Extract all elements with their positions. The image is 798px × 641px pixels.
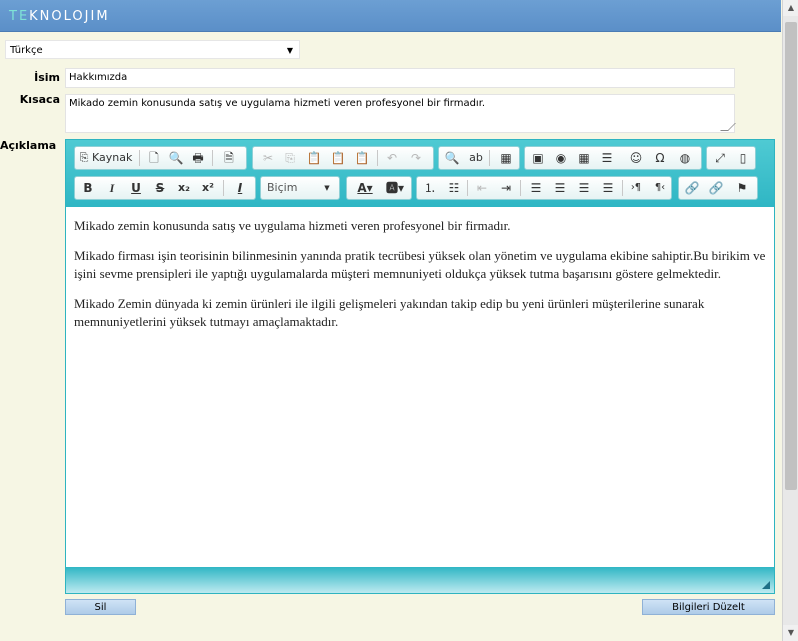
align-right-icon[interactable]: ☰ xyxy=(573,177,595,199)
show-blocks-icon[interactable]: ▯ xyxy=(732,147,754,169)
templates-icon[interactable]: 🗎 xyxy=(218,147,240,169)
anchor-icon[interactable]: ⚑ xyxy=(731,177,753,199)
content-paragraph: Mikado Zemin dünyada ki zemin ürünleri i… xyxy=(74,296,705,329)
format-dropdown-label: Biçim xyxy=(267,181,298,194)
justify-icon[interactable]: ☰ xyxy=(597,177,619,199)
link-icon[interactable]: 🔗 xyxy=(681,177,703,199)
page-scrollbar[interactable]: ▲ ▼ xyxy=(782,0,798,641)
preview-icon[interactable]: 🔍 xyxy=(165,147,187,169)
toolbar-group-basic-styles: B I U S x₂ x² I xyxy=(74,176,256,200)
language-select[interactable]: Türkçe ▼ xyxy=(5,40,300,59)
name-label: İsim xyxy=(34,71,60,84)
language-select-value: Türkçe xyxy=(10,45,43,56)
align-center-icon[interactable]: ☰ xyxy=(549,177,571,199)
summary-label: Kısaca xyxy=(19,93,60,106)
superscript-icon[interactable]: x² xyxy=(197,177,219,199)
bullet-list-icon[interactable]: ☷ xyxy=(443,177,465,199)
table-icon[interactable]: ▦ xyxy=(573,147,595,169)
cut-icon[interactable]: ✂ xyxy=(257,147,279,169)
paste-word-icon[interactable]: 📋 xyxy=(351,147,373,169)
maximize-icon[interactable]: ⤢ xyxy=(709,147,731,169)
subscript-icon[interactable]: x₂ xyxy=(173,177,195,199)
text-color-icon[interactable]: A▾ xyxy=(351,177,379,199)
indent-icon[interactable]: ⇥ xyxy=(495,177,517,199)
toolbar-group-clipboard: ✂ ⎘ 📋 📋 📋 ↶ ↷ xyxy=(252,146,434,170)
editor-toolbar: ⎘ Kaynak 🗋 🔍 🖶 🗎 ✂ ⎘ 📋 📋 📋 ↶ ↷ 🔍 ab ▦ ▣ xyxy=(66,140,774,207)
toolbar-group-find: 🔍 ab ▦ xyxy=(438,146,520,170)
smiley-icon[interactable]: ☺ xyxy=(625,147,647,169)
align-left-icon[interactable]: ☰ xyxy=(525,177,547,199)
editor-content[interactable]: Mikado zemin konusunda satış ve uygulama… xyxy=(66,207,774,567)
dropdown-arrow-icon: ▼ xyxy=(286,46,293,55)
italic-icon[interactable]: I xyxy=(101,177,123,199)
find-icon[interactable]: 🔍 xyxy=(441,147,463,169)
paste-text-icon[interactable]: 📋 xyxy=(327,147,349,169)
content-paragraph: Mikado zemin konusunda satış ve uygulama… xyxy=(74,218,511,233)
new-page-icon[interactable]: 🗋 xyxy=(143,147,165,169)
toolbar-group-colors: A▾ 🅰▾ xyxy=(346,176,412,200)
replace-icon[interactable]: ab xyxy=(465,147,487,169)
horizontal-line-icon[interactable]: ☰ xyxy=(596,147,618,169)
copy-icon[interactable]: ⎘ xyxy=(279,147,301,169)
paste-icon[interactable]: 📋 xyxy=(303,147,325,169)
update-button[interactable]: Bilgileri Düzelt xyxy=(642,599,775,615)
iframe-icon[interactable]: ◍ xyxy=(674,147,696,169)
scroll-thumb[interactable] xyxy=(785,22,797,490)
redo-icon[interactable]: ↷ xyxy=(405,147,427,169)
scroll-up-icon[interactable]: ▲ xyxy=(783,0,798,16)
delete-button[interactable]: Sil xyxy=(65,599,136,615)
editor-footer xyxy=(66,567,774,593)
logo: TEKNOLOJIM xyxy=(9,9,110,24)
numbered-list-icon[interactable]: ⒈ xyxy=(419,177,441,199)
format-dropdown[interactable]: Biçim ▼ xyxy=(260,176,340,200)
rich-text-editor[interactable]: ⎘ Kaynak 🗋 🔍 🖶 🗎 ✂ ⎘ 📋 📋 📋 ↶ ↷ 🔍 ab ▦ ▣ xyxy=(65,139,775,594)
toolbar-group-paragraph: ⒈ ☷ ⇤ ⇥ ☰ ☰ ☰ ☰ ›¶ ¶‹ xyxy=(416,176,672,200)
name-input[interactable]: Hakkımızda xyxy=(65,68,735,88)
scroll-down-icon[interactable]: ▼ xyxy=(783,625,798,641)
top-bar: TEKNOLOJIM xyxy=(0,0,781,32)
toolbar-group-links: 🔗 🔗 ⚑ xyxy=(678,176,758,200)
underline-icon[interactable]: U xyxy=(125,177,147,199)
content-paragraph: Mikado firması işin teorisinin bilinmesi… xyxy=(74,248,766,281)
rtl-icon[interactable]: ¶‹ xyxy=(649,177,671,199)
special-char-icon[interactable]: Ω xyxy=(649,147,671,169)
format-dropdown-arrow-icon: ▼ xyxy=(324,184,330,192)
print-icon[interactable]: 🖶 xyxy=(187,147,209,169)
strikethrough-icon[interactable]: S xyxy=(149,177,171,199)
outdent-icon[interactable]: ⇤ xyxy=(471,177,493,199)
undo-icon[interactable]: ↶ xyxy=(381,147,403,169)
source-icon: ⎘ xyxy=(79,151,89,164)
source-button[interactable]: ⎘ Kaynak xyxy=(77,147,135,169)
flash-icon[interactable]: ◉ xyxy=(550,147,572,169)
select-all-icon[interactable]: ▦ xyxy=(495,147,517,169)
summary-textarea[interactable]: Mikado zemin konusunda satış ve uygulama… xyxy=(65,94,736,133)
bold-icon[interactable]: B xyxy=(77,177,99,199)
background-color-icon[interactable]: 🅰▾ xyxy=(381,177,409,199)
resize-handle-icon[interactable] xyxy=(720,123,736,131)
ltr-icon[interactable]: ›¶ xyxy=(625,177,647,199)
toolbar-group-tools: ⤢ ▯ xyxy=(706,146,756,170)
resize-corner-icon[interactable] xyxy=(762,581,770,589)
unlink-icon[interactable]: 🔗 xyxy=(705,177,727,199)
toolbar-group-document: ⎘ Kaynak 🗋 🔍 🖶 🗎 xyxy=(74,146,247,170)
image-icon[interactable]: ▣ xyxy=(527,147,549,169)
remove-format-icon[interactable]: I xyxy=(229,177,251,199)
description-label: Açıklama xyxy=(0,139,57,152)
toolbar-group-insert: ▣ ◉ ▦ ☰ ☺ Ω ◍ xyxy=(524,146,702,170)
